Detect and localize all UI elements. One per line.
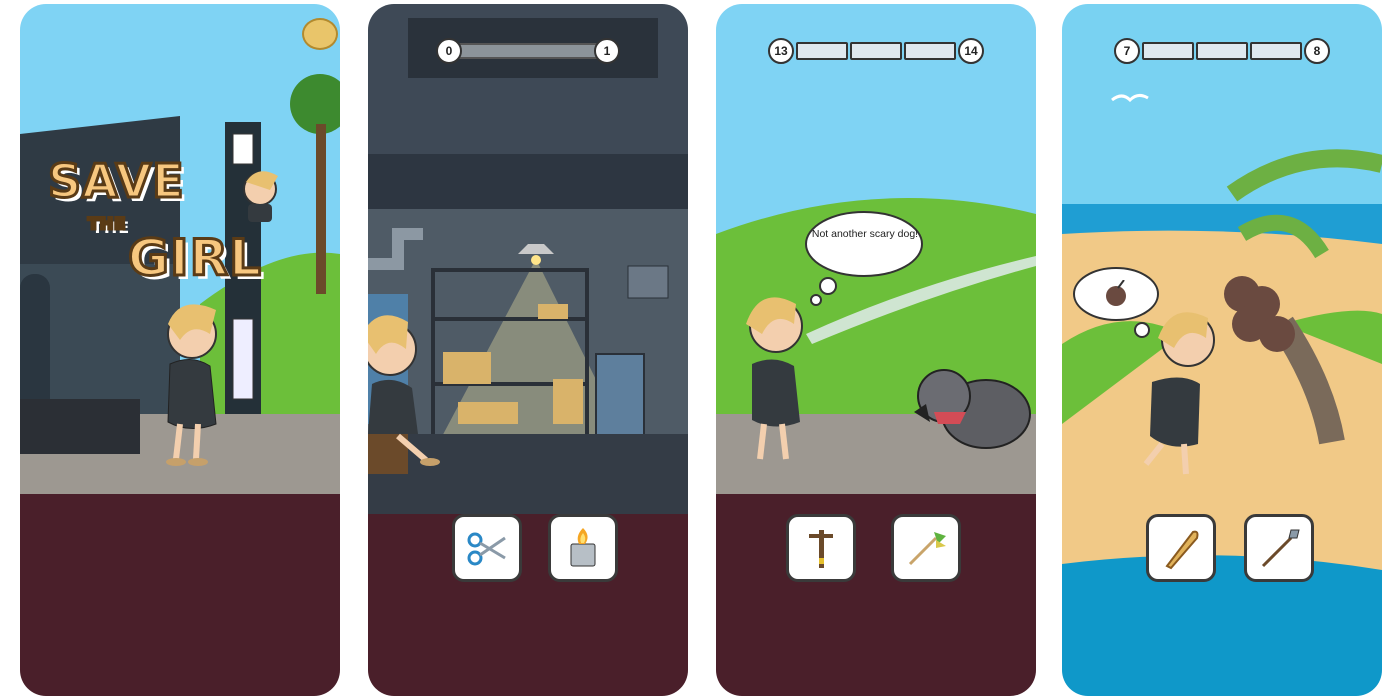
level-segment	[1250, 42, 1302, 60]
park-scene	[716, 4, 1036, 696]
level-progress: 7 8	[1114, 38, 1330, 64]
spear-choice-button[interactable]	[1244, 514, 1314, 582]
beach-screen: 7 8	[1062, 4, 1382, 696]
lighter-choice-button[interactable]	[548, 514, 618, 582]
spear-icon	[1261, 529, 1300, 568]
scissors-icon	[467, 532, 506, 566]
level-current: 13	[768, 38, 794, 64]
wooden-club-icon	[1165, 530, 1199, 570]
level-segment	[1142, 42, 1194, 60]
level-next: 14	[958, 38, 984, 64]
level-current: 0	[436, 38, 462, 64]
lighter-icon	[570, 528, 596, 567]
warehouse-scene	[368, 4, 688, 696]
level-next: 1	[594, 38, 620, 64]
wooden-club-choice-button[interactable]	[1146, 514, 1216, 582]
thought-text: Not another scary dog!	[811, 228, 919, 240]
title-screen: SAVE THE GIRL	[20, 4, 340, 696]
feather-toy-icon	[908, 532, 946, 566]
beach-scene	[1062, 4, 1382, 696]
level-progress: 0 1	[436, 38, 620, 64]
feather-toy-choice-button[interactable]	[891, 514, 961, 582]
title-girl: GIRL	[126, 228, 263, 289]
title-save: SAVE	[47, 153, 186, 210]
power-pole-icon	[809, 530, 833, 568]
power-pole-choice-button[interactable]	[786, 514, 856, 582]
coin-icon	[302, 18, 338, 50]
level-segment	[850, 42, 902, 60]
level-progress: 13 14	[768, 38, 984, 64]
level-segment	[1196, 42, 1248, 60]
level-segment	[796, 42, 848, 60]
warehouse-screen: 0 1	[368, 4, 688, 696]
level-segment	[904, 42, 956, 60]
coconut-drink-icon	[1106, 280, 1126, 306]
title-the: THE	[86, 213, 127, 235]
level-current: 7	[1114, 38, 1140, 64]
scissors-choice-button[interactable]	[452, 514, 522, 582]
street-scene	[20, 4, 340, 696]
dog-screen: 13 14 Not another scary dog!	[716, 4, 1036, 696]
level-next: 8	[1304, 38, 1330, 64]
level-bar	[458, 43, 598, 59]
